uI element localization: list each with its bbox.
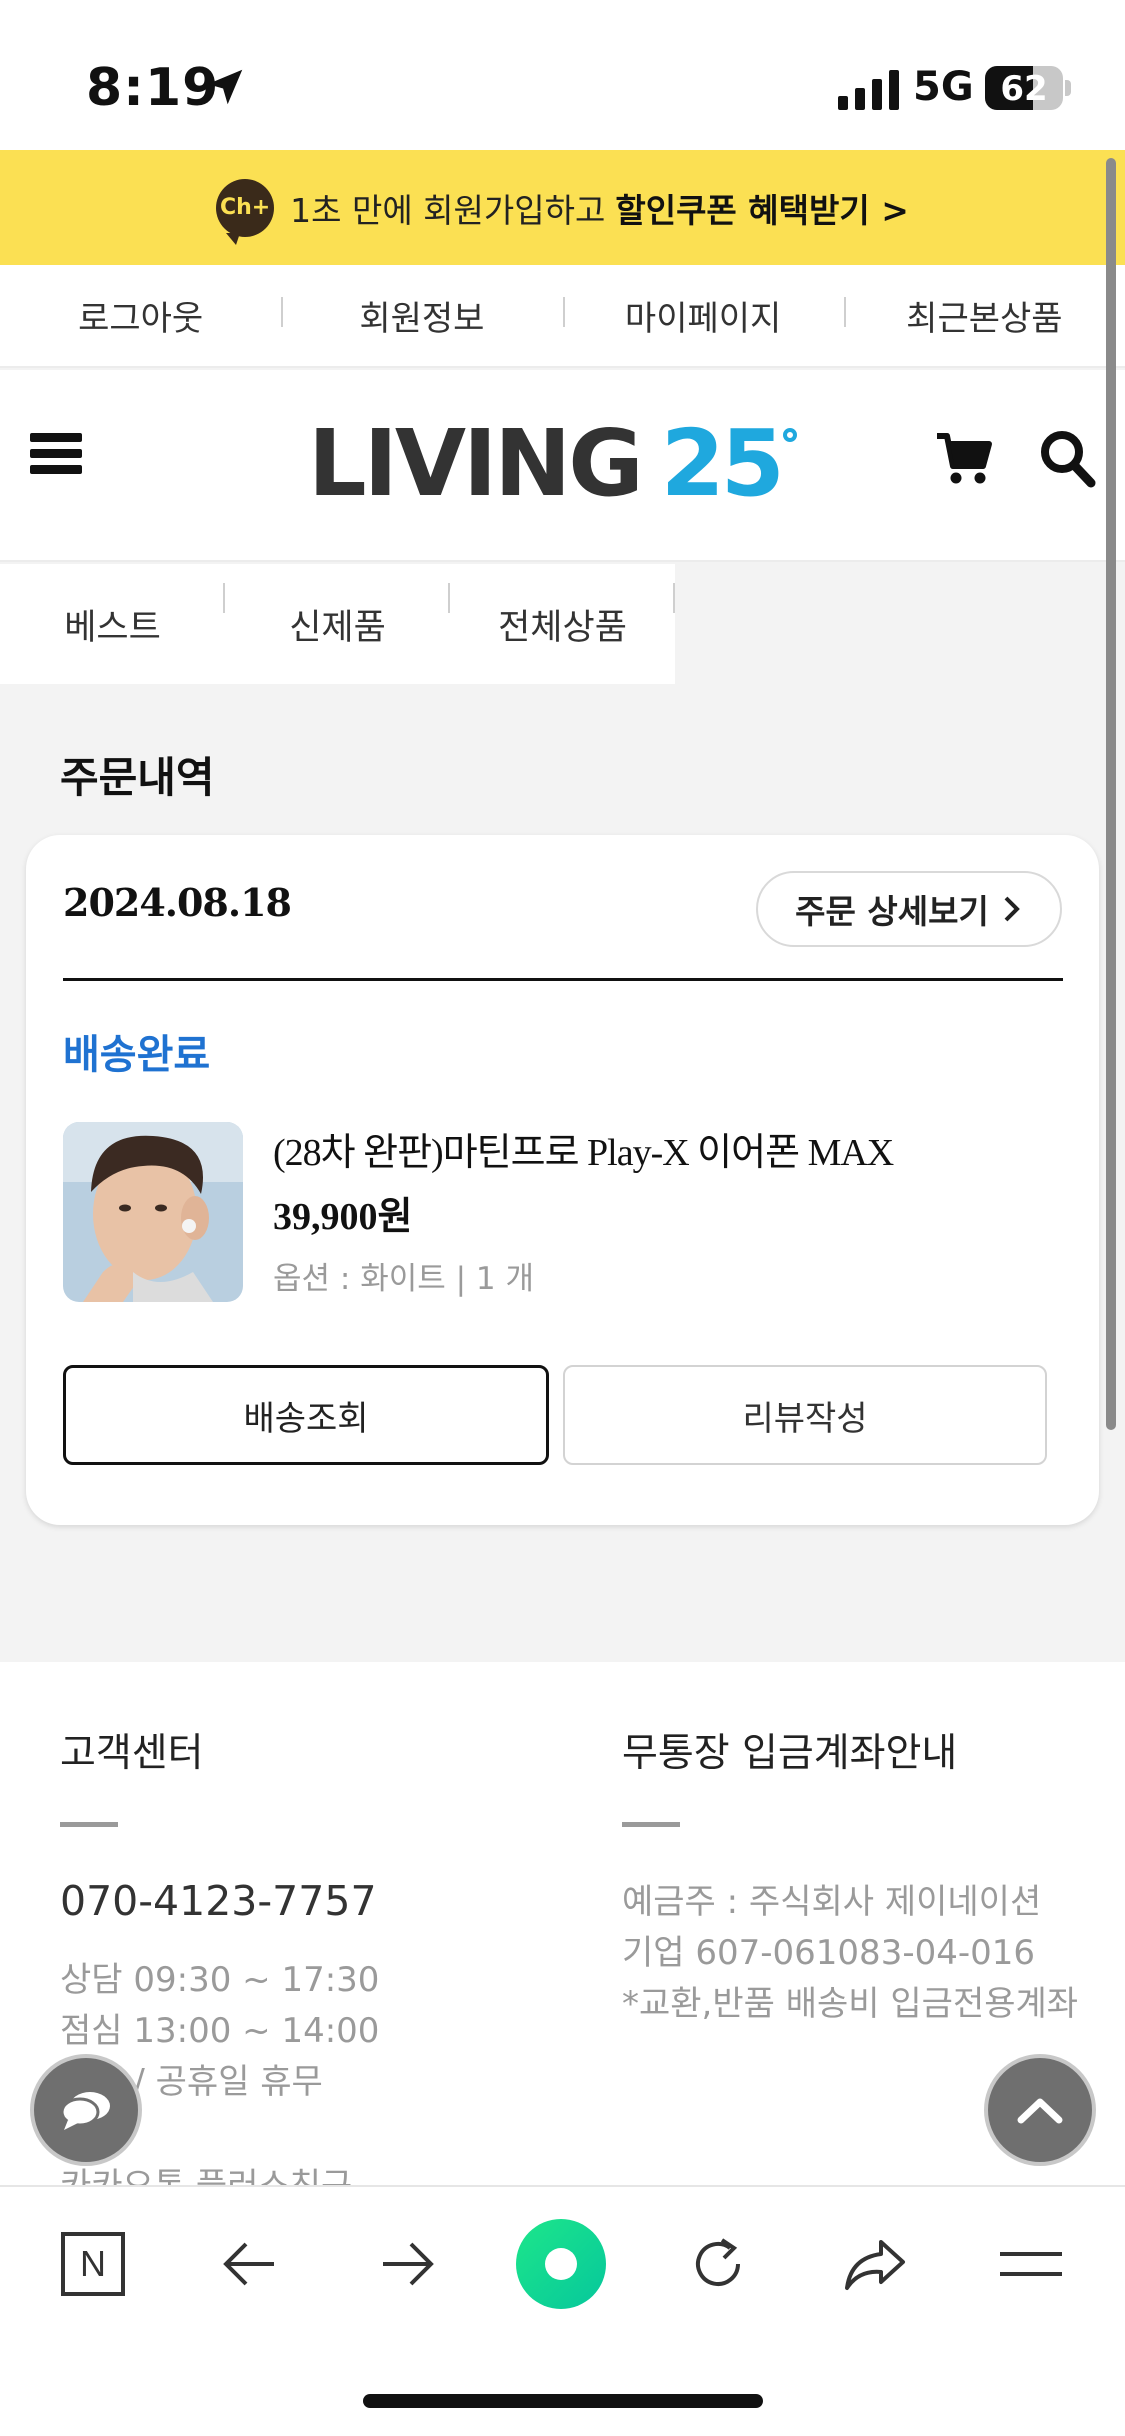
reload-icon[interactable] [683,2229,753,2299]
card-divider [63,978,1063,981]
bank-account: 기업 607-061083-04-016 [622,1933,1036,1973]
category-best[interactable]: 베스트 [0,582,225,650]
location-arrow-icon [207,69,243,105]
promo-banner[interactable]: Ch+ 1초 만에 회원가입하고 할인쿠폰 혜택받기 > [0,150,1125,265]
order-status: 배송완료 [63,1032,211,1078]
bank-info-heading: 무통장 입금계좌안내 [622,1731,958,1776]
hamburger-menu-icon[interactable] [30,433,82,483]
logo-dot [782,428,797,442]
share-icon[interactable] [840,2229,910,2299]
battery-cap [1065,80,1071,96]
scroll-top-button[interactable] [984,2054,1096,2166]
chat-button[interactable] [30,2054,142,2166]
bank-holder: 예금주 : 주식회사 제이네이션 [622,1882,1042,1922]
product-option: 옵션 : 화이트 | 1 개 [273,1261,535,1297]
naver-icon[interactable]: N [58,2229,128,2299]
promo-strong-text: 할인쿠폰 혜택받기 > [615,190,909,230]
kakao-channel-icon: Ch+ [216,178,275,245]
chevron-up-icon [1017,2098,1063,2124]
track-delivery-button[interactable]: 배송조회 [63,1365,549,1465]
status-bar: 8:19 5G 62 [0,0,1125,150]
status-time: 8:19 [86,58,220,118]
consult-hours: 상담 09:30 ~ 17:30 [60,1960,380,2000]
forward-arrow-icon[interactable] [372,2229,442,2299]
util-mypage-link[interactable]: 마이페이지 [562,291,844,340]
bank-info: 무통장 입금계좌안내 예금주 : 주식회사 제이네이션 기업 607-06108… [622,1722,1082,2030]
customer-center-heading: 고객센터 [60,1731,204,1776]
back-arrow-icon[interactable] [215,2229,285,2299]
write-review-button[interactable]: 리뷰작성 [563,1365,1047,1465]
naver-letter: N [80,2243,106,2284]
bank-note: *교환,반품 배송비 입금전용계좌 [622,1984,1079,2024]
footer-rule [60,1822,118,1827]
search-icon[interactable] [1038,428,1096,488]
home-indicator [363,2394,763,2408]
product-name[interactable]: (28차 완판)마틴프로 Play-X 이어폰 MAX [273,1121,894,1176]
lunch-hours: 점심 13:00 ~ 14:00 [60,2011,380,2051]
browser-toolbar: N [0,2185,1125,2436]
customer-center-phone[interactable]: 070-4123-7757 [60,1877,560,1925]
cart-icon[interactable] [935,430,993,486]
page-title: 주문내역 [60,753,215,802]
order-detail-label: 주문 상세보기 [795,892,989,931]
category-new[interactable]: 신제품 [225,582,450,650]
category-all[interactable]: 전체상품 [450,582,675,650]
battery-label: 62 [1000,69,1048,109]
product-thumbnail[interactable] [63,1122,243,1302]
util-member-info-link[interactable]: 회원정보 [281,291,562,340]
footer-rule [622,1822,680,1827]
order-date: 2024.08.18 [63,880,292,925]
green-dot-icon[interactable] [516,2219,606,2309]
order-detail-button[interactable]: 주문 상세보기 [756,871,1062,947]
product-price: 39,900원 [273,1196,413,1238]
tabs-menu-icon[interactable] [996,2229,1066,2299]
site-header: LIVING 25 [0,370,1125,562]
category-nav: 베스트 신제품 전체상품 [0,564,675,684]
promo-text: 1초 만에 회원가입하고 [290,190,606,230]
footer: 고객센터 070-4123-7757 상담 09:30 ~ 17:30 점심 1… [0,1662,1125,2192]
util-logout-link[interactable]: 로그아웃 [0,291,281,340]
battery-icon: 62 [985,66,1063,110]
util-recent-products-link[interactable]: 최근본상품 [843,291,1125,340]
logo-word: LIVING [308,410,644,517]
order-card: 2024.08.18 주문 상세보기 배송완료 (28차 완판)마틴프로 Pla… [26,835,1099,1525]
utility-nav: 로그아웃 회원정보 마이페이지 최근본상품 [0,265,1125,368]
chat-bubble-icon [60,2092,110,2130]
site-logo[interactable]: LIVING 25 [308,414,797,514]
chevron-right-icon [1004,896,1020,922]
signal-bars-icon [838,70,899,110]
network-label: 5G [913,64,974,110]
scrollbar[interactable] [1106,158,1116,1430]
logo-number: 25 [660,410,785,517]
